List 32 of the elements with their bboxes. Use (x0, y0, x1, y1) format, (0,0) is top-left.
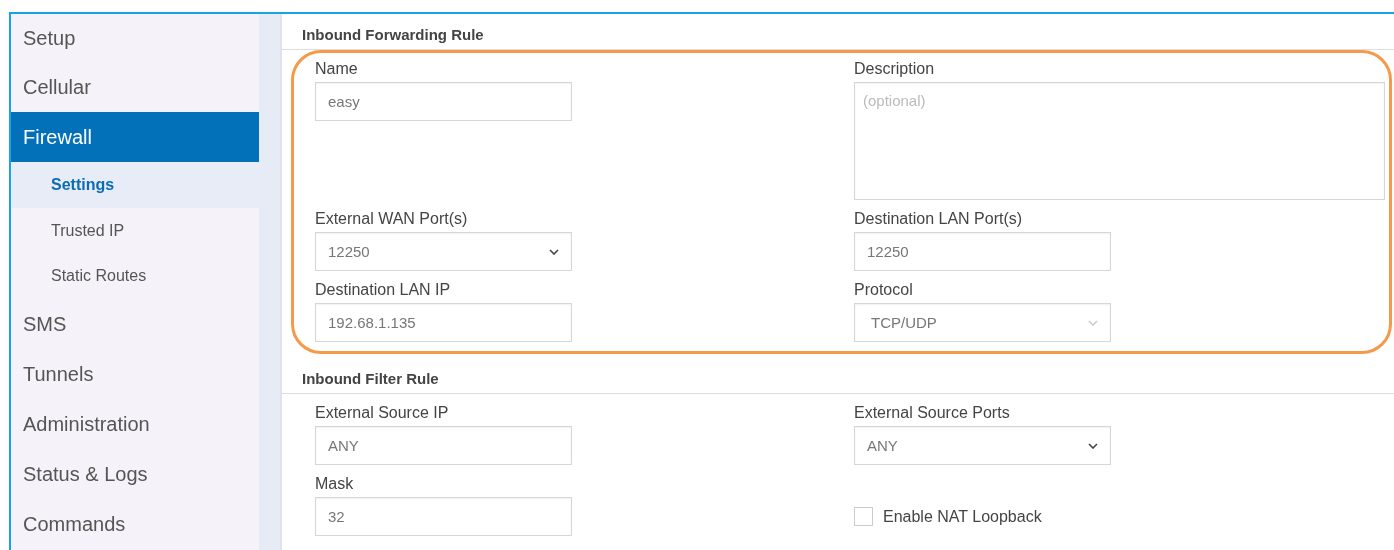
checkbox[interactable] (854, 507, 873, 526)
input-field[interactable]: 12250 (854, 232, 1111, 271)
section-title: Inbound Filter Rule (282, 358, 1394, 394)
input-field[interactable]: 32 (315, 497, 572, 536)
nav-subitem[interactable]: Static Routes (11, 253, 259, 299)
input-field[interactable]: ANY (315, 426, 572, 465)
nav-item[interactable]: Administration (11, 398, 259, 449)
field-label: Destination LAN Port(s) (854, 209, 1023, 229)
nav-subitem[interactable]: Settings (11, 162, 259, 208)
nav-item[interactable]: Status & Logs (11, 448, 259, 499)
dropdown[interactable]: 12250 (315, 232, 572, 271)
dropdown[interactable]: ANY (854, 426, 1111, 465)
input-field[interactable]: 192.68.1.135 (315, 303, 572, 342)
checkbox-label: Enable NAT Loopback (883, 507, 1042, 526)
nav-item[interactable]: Firewall (11, 112, 259, 162)
nav-item[interactable]: Cellular (11, 62, 259, 112)
scrollbar[interactable] (259, 14, 282, 550)
field-label: Destination LAN IP (315, 280, 451, 300)
field-label: External WAN Port(s) (315, 209, 468, 229)
nav-item[interactable]: Commands (11, 498, 259, 549)
input-field[interactable]: easy (315, 82, 572, 121)
field-label: External Source IP (315, 403, 449, 423)
field-label: External Source Ports (854, 403, 1010, 423)
nav-item[interactable]: Tunnels (11, 348, 259, 399)
nav-item[interactable]: SMS (11, 298, 259, 349)
nav-subitem[interactable]: Trusted IP (11, 207, 259, 253)
field-label: Name (315, 59, 358, 79)
field-label: Mask (315, 474, 354, 494)
field-label: Description (854, 59, 935, 79)
section-title: Inbound Forwarding Rule (282, 14, 1394, 50)
field-label: Protocol (854, 280, 913, 300)
nav-item[interactable]: Setup (11, 14, 259, 62)
